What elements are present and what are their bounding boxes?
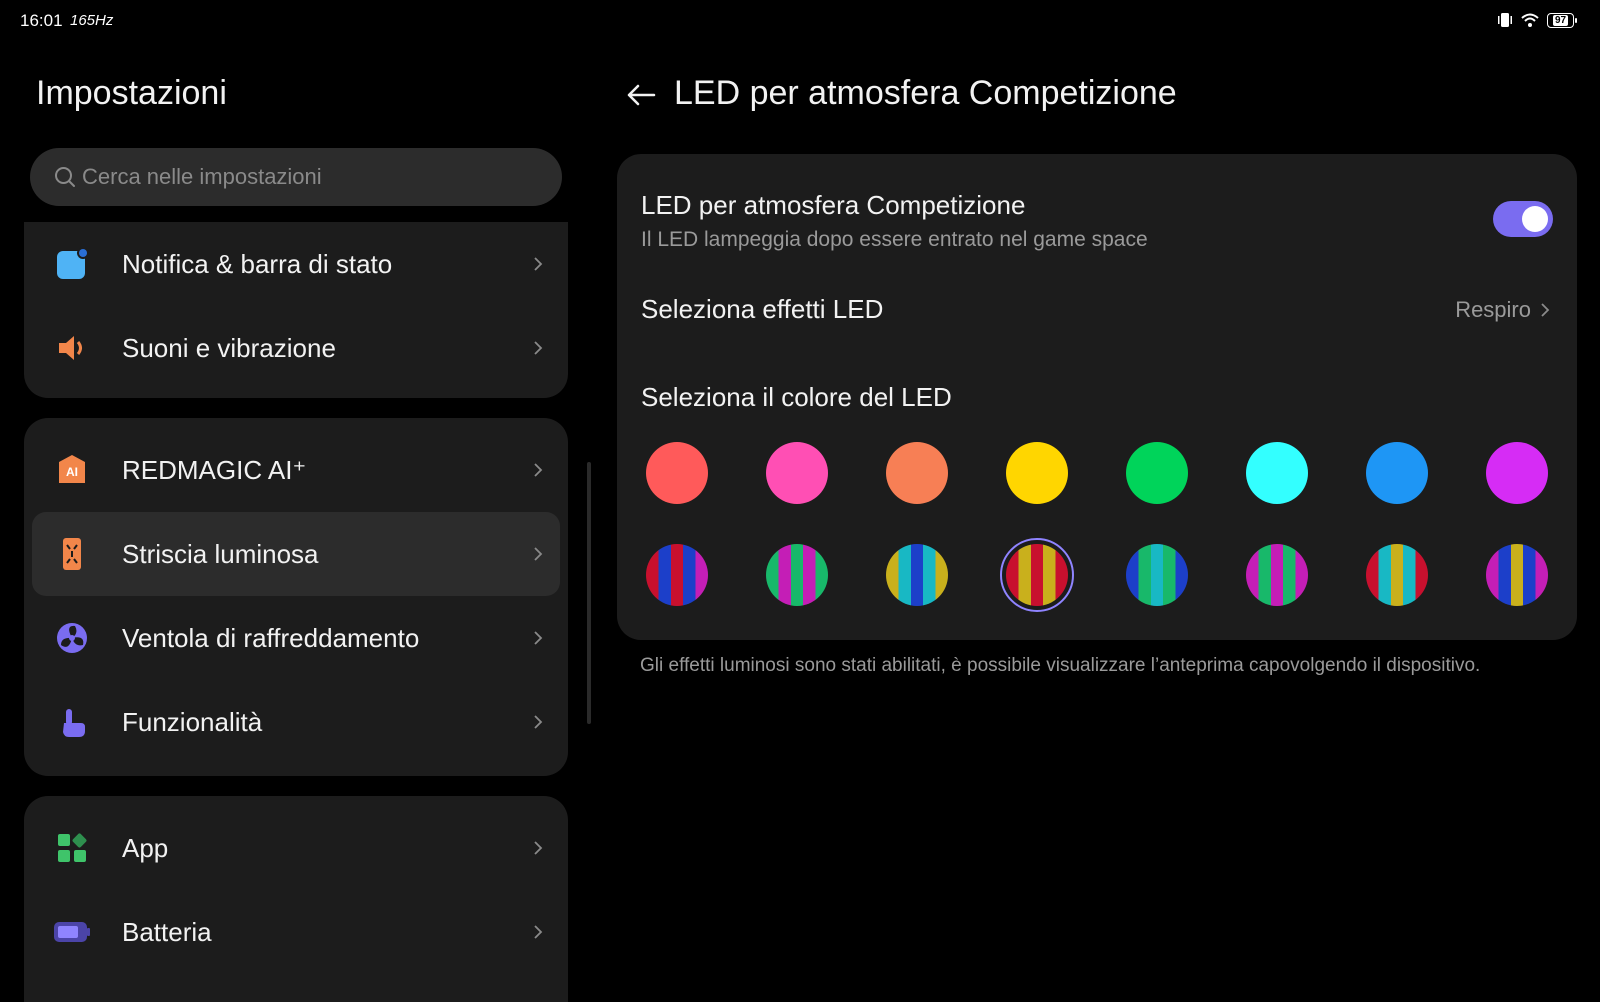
search-input[interactable]: Cerca nelle impostazioni bbox=[30, 148, 562, 206]
color-swatch-striped[interactable] bbox=[886, 544, 948, 606]
effects-label: Seleziona effetti LED bbox=[641, 294, 884, 324]
color-swatch-striped[interactable] bbox=[646, 544, 708, 606]
settings-item-label: REDMAGIC AI⁺ bbox=[122, 454, 307, 485]
search-placeholder: Cerca nelle impostazioni bbox=[82, 164, 322, 189]
apps-icon bbox=[52, 828, 92, 868]
toggle-title: LED per atmosfera Competizione bbox=[641, 190, 1026, 220]
battery-level: 97 bbox=[1552, 14, 1569, 26]
color-swatch-solid[interactable] bbox=[766, 442, 828, 504]
led-effects-row[interactable]: Seleziona effetti LED Respiro bbox=[617, 272, 1577, 352]
status-bar: 16:01 165Hz 97 bbox=[0, 0, 1600, 44]
settings-item-label: Notifica & barra di stato bbox=[122, 248, 393, 279]
chevron-right-icon bbox=[1541, 303, 1550, 317]
footnote: Gli effetti luminosi sono stati abilitat… bbox=[640, 655, 1481, 676]
settings-item-redmagic-ai[interactable]: AI REDMAGIC AI⁺ bbox=[32, 428, 560, 512]
color-swatch-solid[interactable] bbox=[1126, 442, 1188, 504]
settings-item-label: Suoni e vibrazione bbox=[122, 332, 336, 363]
toggle-subtitle: Il LED lampeggia dopo essere entrato nel… bbox=[641, 228, 1148, 251]
settings-item-features[interactable]: Funzionalità bbox=[32, 680, 560, 764]
settings-item-light-strip[interactable]: Striscia luminosa bbox=[32, 512, 560, 596]
chevron-right-icon bbox=[534, 631, 543, 645]
back-arrow-icon[interactable] bbox=[624, 78, 658, 112]
settings-item-label: Ventola di raffreddamento bbox=[122, 622, 420, 653]
fan-icon bbox=[52, 618, 92, 658]
settings-group-1: Notifica & barra di stato Suoni e vibraz… bbox=[24, 222, 568, 398]
speaker-icon bbox=[52, 328, 92, 368]
color-swatch-solid[interactable] bbox=[1486, 442, 1548, 504]
svg-text:AI: AI bbox=[66, 465, 78, 479]
settings-group-3: App Batteria bbox=[24, 796, 568, 1002]
detail-title: LED per atmosfera Competizione bbox=[674, 74, 1177, 112]
light-strip-icon bbox=[52, 534, 92, 574]
settings-item-battery[interactable]: Batteria bbox=[32, 890, 560, 974]
search-icon bbox=[55, 167, 75, 187]
settings-item-fan[interactable]: Ventola di raffreddamento bbox=[32, 596, 560, 680]
color-swatch-striped[interactable] bbox=[1126, 544, 1188, 606]
notification-icon bbox=[52, 244, 92, 284]
effects-value: Respiro bbox=[1455, 297, 1531, 322]
color-swatch-solid[interactable] bbox=[1246, 442, 1308, 504]
status-time: 16:01 bbox=[20, 11, 63, 30]
settings-group-2: AI REDMAGIC AI⁺ Striscia luminosa Ventol… bbox=[24, 418, 568, 776]
settings-item-label: App bbox=[122, 832, 169, 863]
toggle-knob bbox=[1522, 206, 1548, 232]
settings-item-label: Batteria bbox=[122, 916, 212, 947]
settings-item-label: Striscia luminosa bbox=[122, 538, 319, 569]
color-swatch-solid[interactable] bbox=[1366, 442, 1428, 504]
color-swatch-striped[interactable] bbox=[766, 544, 828, 606]
color-swatch-striped[interactable] bbox=[1006, 544, 1068, 606]
led-settings-card: LED per atmosfera Competizione Il LED la… bbox=[617, 154, 1577, 640]
settings-item-notifications[interactable]: Notifica & barra di stato bbox=[32, 222, 560, 306]
battery-setting-icon bbox=[52, 912, 92, 952]
ai-icon: AI bbox=[52, 450, 92, 490]
color-swatch-striped[interactable] bbox=[1486, 544, 1548, 606]
wifi-icon bbox=[1521, 13, 1539, 27]
settings-item-label: Funzionalità bbox=[122, 706, 263, 737]
refresh-rate: 165Hz bbox=[70, 12, 114, 29]
vibrate-icon bbox=[1498, 13, 1512, 27]
chevron-right-icon bbox=[534, 257, 543, 271]
touch-icon bbox=[52, 702, 92, 742]
status-icons: 97 bbox=[1497, 12, 1577, 28]
settings-item-apps[interactable]: App bbox=[32, 806, 560, 890]
colors-label: Seleziona il colore del LED bbox=[641, 382, 952, 412]
color-swatch-striped[interactable] bbox=[1246, 544, 1308, 606]
chevron-right-icon bbox=[534, 715, 543, 729]
battery-icon: 97 bbox=[1547, 12, 1577, 28]
scrollbar[interactable] bbox=[587, 462, 591, 724]
color-swatch-striped[interactable] bbox=[1366, 544, 1428, 606]
led-toggle-switch[interactable] bbox=[1493, 201, 1553, 237]
chevron-right-icon bbox=[534, 925, 543, 939]
chevron-right-icon bbox=[534, 841, 543, 855]
settings-item-sounds[interactable]: Suoni e vibrazione bbox=[32, 306, 560, 390]
chevron-right-icon bbox=[534, 463, 543, 477]
chevron-right-icon bbox=[534, 341, 543, 355]
color-swatch-solid[interactable] bbox=[886, 442, 948, 504]
page-title: Impostazioni bbox=[36, 74, 227, 112]
color-swatch-solid[interactable] bbox=[1006, 442, 1068, 504]
chevron-right-icon bbox=[534, 547, 543, 561]
color-swatch-solid[interactable] bbox=[646, 442, 708, 504]
